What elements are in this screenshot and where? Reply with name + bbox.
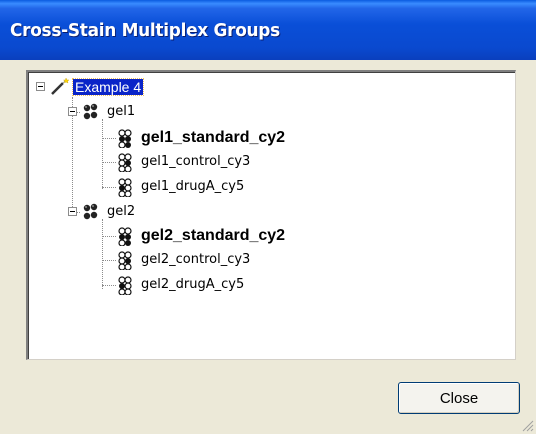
- close-button[interactable]: Close: [398, 382, 520, 414]
- tree-label-gel2-standard: gel2_standard_cy2: [141, 227, 286, 244]
- tree-connector: [102, 162, 116, 163]
- tree-connector: [102, 285, 116, 286]
- tree-connector: [102, 219, 103, 289]
- tree-label-gel1: gel1: [107, 104, 136, 119]
- window-title: Cross-Stain Multiplex Groups: [10, 20, 280, 41]
- gel-spots-icon: [118, 129, 132, 148]
- tree-node-gel1-control[interactable]: gel1_control_cy3: [115, 151, 252, 173]
- tree-node-gel2[interactable]: gel2: [81, 201, 137, 223]
- gel-group-icon: [83, 103, 98, 120]
- tree-connector: [102, 187, 116, 188]
- gel-spots-icon: [118, 276, 132, 295]
- tree-node-gel2-control[interactable]: gel2_control_cy3: [115, 249, 252, 271]
- tree-label-gel1-control: gel1_control_cy3: [141, 154, 251, 169]
- tree-label-gel2-drugA: gel2_drugA_cy5: [141, 277, 245, 292]
- tree-label-root: Example 4: [71, 78, 145, 96]
- tree-node-gel1-standard[interactable]: gel1_standard_cy2: [115, 127, 287, 149]
- dialog-window: Cross-Stain Multiplex Groups Example 4 g…: [0, 0, 536, 434]
- collapse-toggle-root[interactable]: [36, 82, 45, 91]
- gel-spots-icon: [118, 178, 132, 197]
- tree-label-gel1-drugA: gel1_drugA_cy5: [141, 179, 245, 194]
- tree-inner-border: Example 4 gel1 gel1_standard_cy2 gel1_co…: [28, 72, 515, 359]
- tree-label-gel1-standard: gel1_standard_cy2: [141, 129, 286, 146]
- tree-connector: [102, 138, 116, 139]
- tree-connector: [102, 119, 103, 189]
- resize-grip-icon[interactable]: [520, 418, 534, 432]
- wand-icon: [51, 77, 69, 95]
- gel-group-icon: [83, 203, 98, 220]
- tree-node-gel2-drugA[interactable]: gel2_drugA_cy5: [115, 274, 246, 296]
- tree-label-gel2: gel2: [107, 204, 136, 219]
- gel-spots-icon: [118, 227, 132, 246]
- tree-connector: [102, 236, 116, 237]
- tree-node-gel1[interactable]: gel1: [81, 101, 137, 123]
- tree-node-gel2-standard[interactable]: gel2_standard_cy2: [115, 225, 287, 247]
- tree-label-gel2-control: gel2_control_cy3: [141, 252, 251, 267]
- tree-connector: [102, 260, 116, 261]
- collapse-toggle-gel2[interactable]: [68, 207, 77, 216]
- tree-node-gel1-drugA[interactable]: gel1_drugA_cy5: [115, 176, 246, 198]
- multiplex-tree-view[interactable]: Example 4 gel1 gel1_standard_cy2 gel1_co…: [26, 70, 516, 360]
- title-bar[interactable]: Cross-Stain Multiplex Groups: [0, 0, 536, 60]
- gel-spots-icon: [118, 251, 132, 270]
- collapse-toggle-gel1[interactable]: [68, 107, 77, 116]
- tree-node-root[interactable]: Example 4: [49, 76, 145, 98]
- gel-spots-icon: [118, 153, 132, 172]
